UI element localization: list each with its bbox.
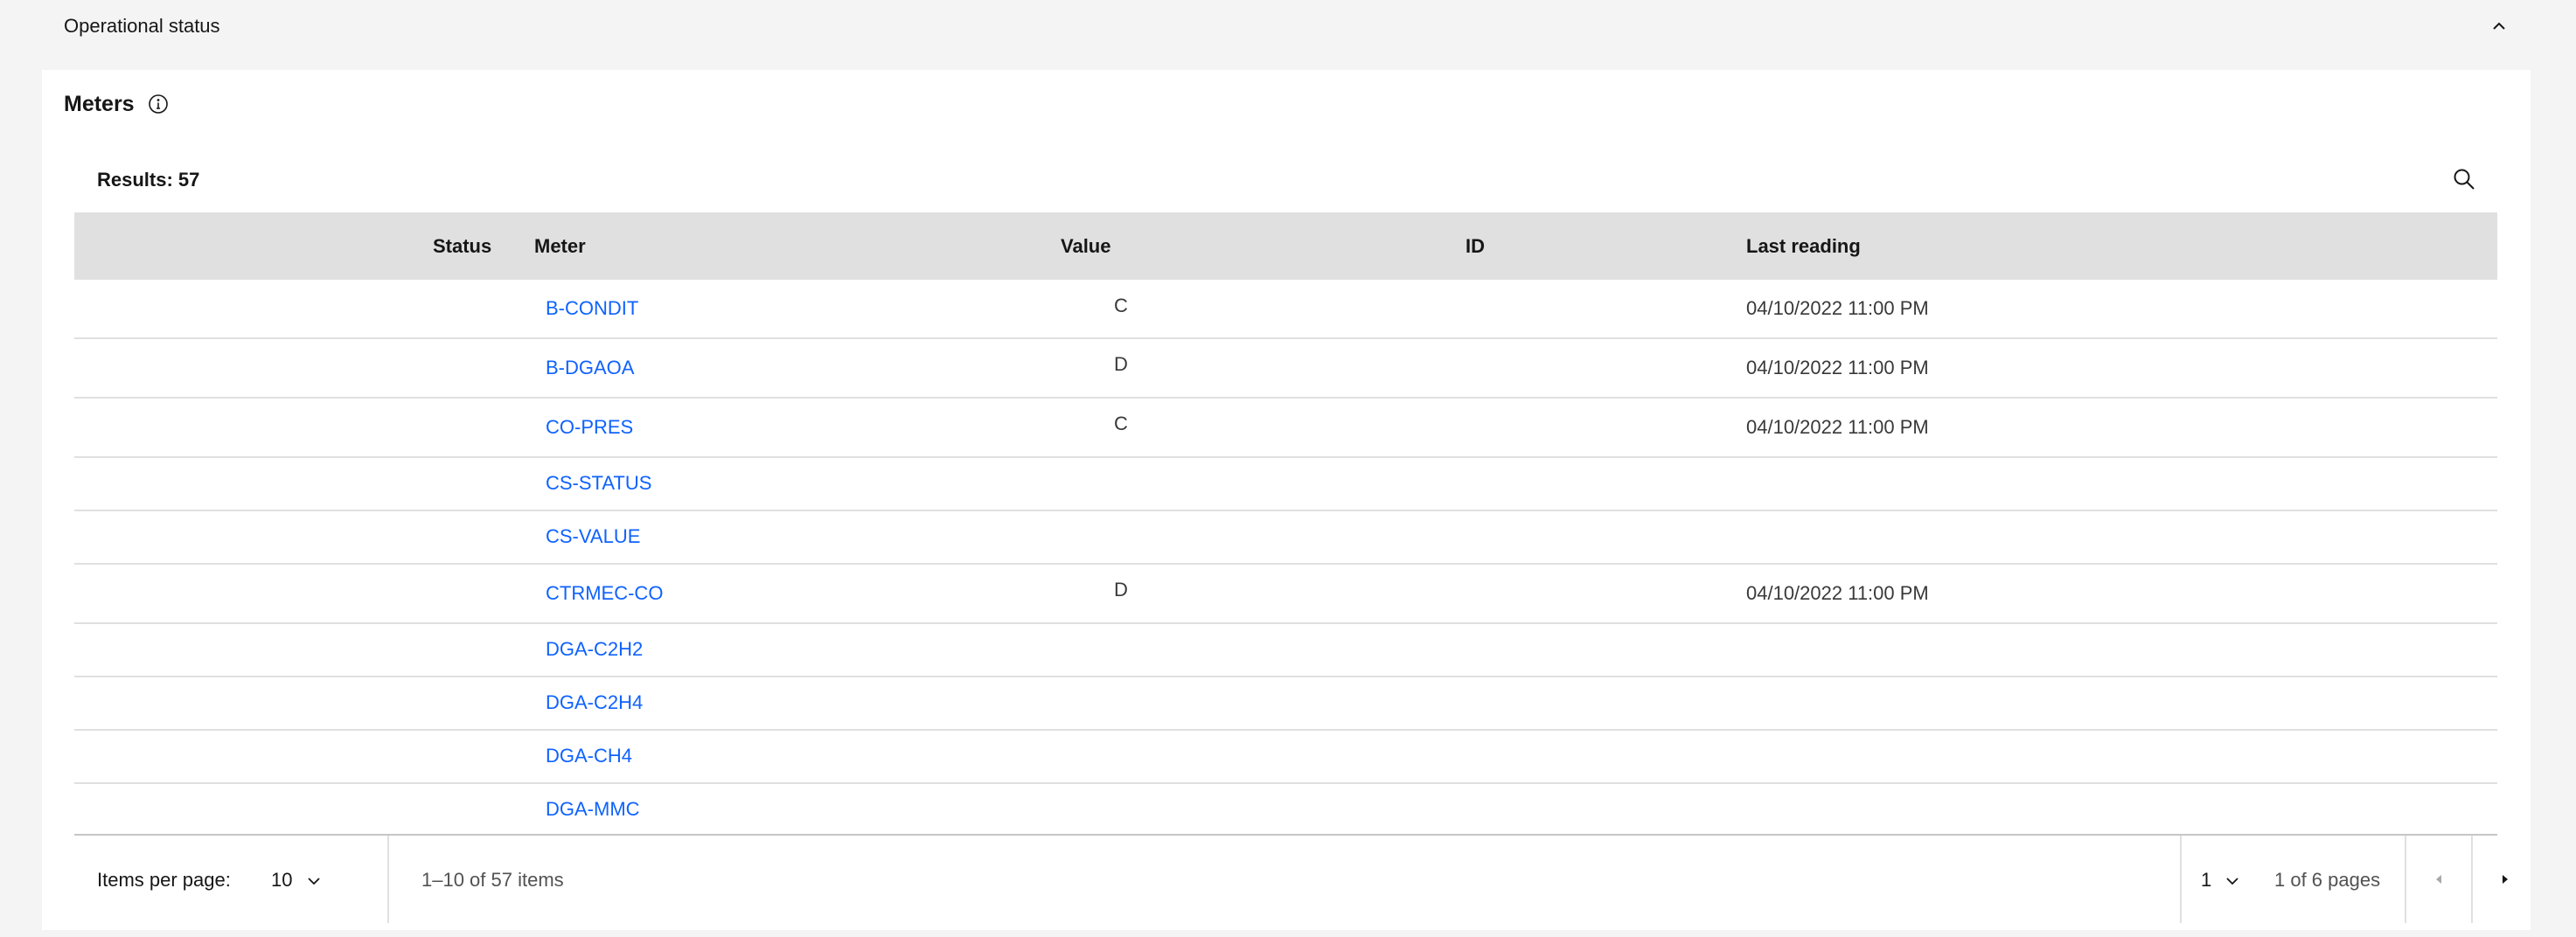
search-icon[interactable] (2451, 166, 2477, 192)
column-header-status[interactable]: Status (433, 212, 491, 280)
range-text: 1–10 of 57 items (421, 869, 564, 891)
table-row: DGA-MMC (74, 784, 2497, 834)
column-header-id[interactable]: ID (1466, 212, 1485, 280)
previous-page-button[interactable] (2406, 836, 2471, 923)
table-row: CTRMEC-CO D 04/10/2022 11:00 PM (74, 565, 2497, 624)
meters-card: Meters Results: 57 Status Meter Value ID… (42, 70, 2531, 930)
table-header: Status Meter Value ID Last reading (74, 212, 2497, 280)
caret-left-icon (2436, 875, 2441, 884)
page-select[interactable]: 1 (2201, 857, 2241, 904)
table-row: B-CONDIT C 04/10/2022 11:00 PM (74, 280, 2497, 339)
table-row: DGA-C2H4 (74, 677, 2497, 731)
table-row: DGA-CH4 (74, 731, 2497, 784)
meter-link[interactable]: B-CONDIT (546, 296, 638, 321)
value-cell: C (1114, 413, 1128, 434)
info-icon[interactable] (147, 93, 170, 115)
value-cell: D (1114, 579, 1128, 600)
meter-link[interactable]: DGA-MMC (546, 797, 640, 822)
accordion-title: Operational status (64, 15, 220, 37)
meter-link[interactable]: DGA-C2H4 (546, 691, 643, 715)
meter-link[interactable]: CS-VALUE (546, 524, 640, 549)
card-title: Meters (64, 92, 135, 116)
items-per-page-value: 10 (271, 869, 293, 891)
value-cell: D (1114, 353, 1128, 375)
page-value: 1 (2201, 869, 2212, 891)
meter-link[interactable]: CS-STATUS (546, 471, 651, 496)
last-reading-cell: 04/10/2022 11:00 PM (1746, 582, 1929, 604)
meter-link[interactable]: DGA-CH4 (546, 744, 632, 768)
chevron-up-icon[interactable] (2489, 16, 2510, 37)
chevron-down-icon (2226, 878, 2239, 885)
table-row: CS-VALUE (74, 511, 2497, 565)
pages-text: 1 of 6 pages (2274, 869, 2381, 891)
next-page-button[interactable] (2473, 836, 2538, 923)
pagination-bar: Items per page: 10 1–10 of 57 items 1 1 … (74, 834, 2508, 925)
meter-link[interactable]: CO-PRES (546, 415, 633, 440)
items-per-page-select[interactable]: 10 (271, 857, 323, 904)
items-per-page-label: Items per page: (97, 869, 231, 891)
column-header-value[interactable]: Value (1061, 212, 1110, 280)
results-count: Results: 57 (97, 169, 200, 191)
table-row: B-DGAOA D 04/10/2022 11:00 PM (74, 339, 2497, 399)
table-row: CS-STATUS (74, 458, 2497, 511)
divider (2180, 836, 2182, 923)
column-header-last-reading[interactable]: Last reading (1746, 212, 1861, 280)
accordion-header-operational-status[interactable]: Operational status (0, 0, 2576, 52)
table-row: CO-PRES C 04/10/2022 11:00 PM (74, 399, 2497, 458)
column-header-meter[interactable]: Meter (534, 212, 586, 280)
value-cell: C (1114, 295, 1128, 316)
divider (387, 836, 389, 923)
table-row: DGA-C2H2 (74, 624, 2497, 677)
caret-right-icon (2503, 875, 2508, 884)
meter-link[interactable]: B-DGAOA (546, 356, 634, 380)
last-reading-cell: 04/10/2022 11:00 PM (1746, 357, 1929, 378)
last-reading-cell: 04/10/2022 11:00 PM (1746, 416, 1929, 438)
meter-link[interactable]: CTRMEC-CO (546, 581, 663, 606)
last-reading-cell: 04/10/2022 11:00 PM (1746, 297, 1929, 319)
meter-link[interactable]: DGA-C2H2 (546, 637, 643, 662)
chevron-down-icon (307, 878, 320, 885)
